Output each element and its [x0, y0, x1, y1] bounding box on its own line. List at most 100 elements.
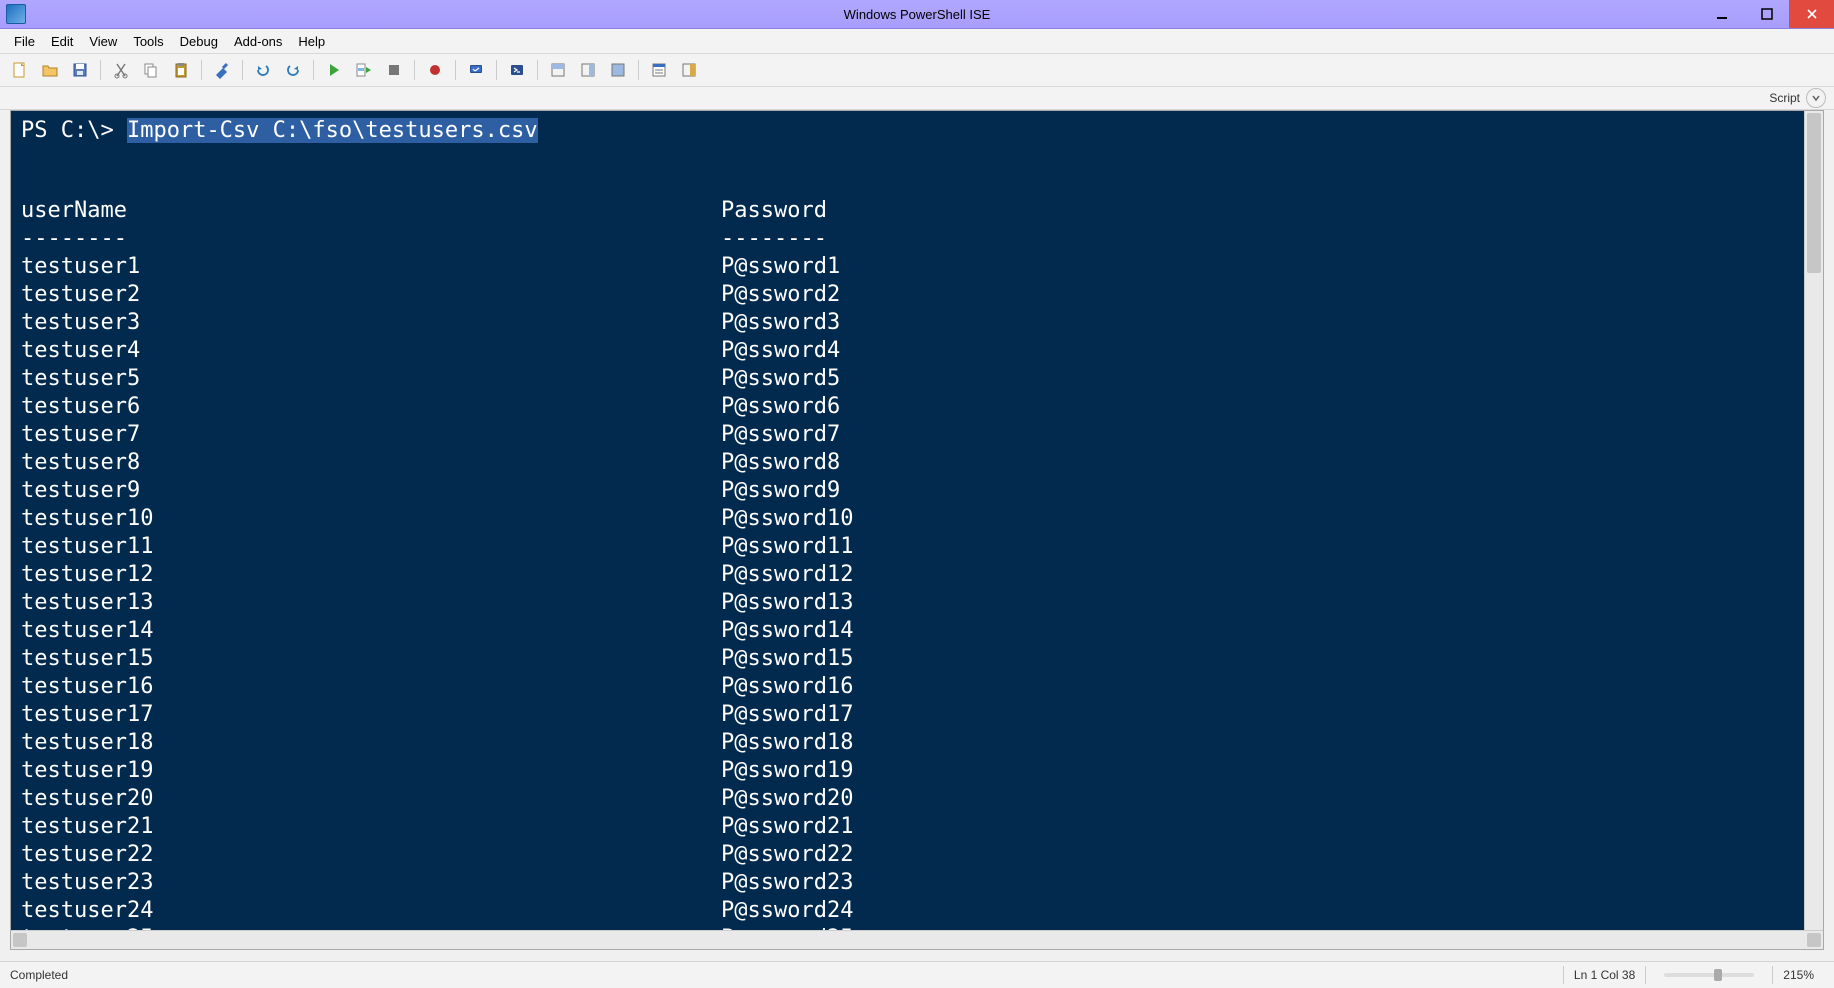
cell-password: P@ssword19 [721, 757, 853, 785]
cell-username: testuser4 [21, 337, 721, 365]
clear-icon[interactable] [208, 56, 236, 84]
stop-icon[interactable] [380, 56, 408, 84]
console-pane-container: PS C:\> Import-Csv C:\fso\testusers.csv … [10, 110, 1824, 950]
show-addon-icon[interactable] [675, 56, 703, 84]
output-row: testuser18P@ssword18 [21, 729, 1795, 757]
show-script-right-icon[interactable] [574, 56, 602, 84]
menu-view[interactable]: View [81, 32, 125, 51]
cell-username: testuser17 [21, 701, 721, 729]
zoom-slider-knob[interactable] [1714, 969, 1722, 981]
zoom-level: 215% [1772, 966, 1824, 984]
start-powershell-icon[interactable] [503, 56, 531, 84]
cell-username: testuser1 [21, 253, 721, 281]
scroll-left-button[interactable] [13, 933, 27, 947]
prompt-line: PS C:\> Import-Csv C:\fso\testusers.csv [21, 117, 1795, 145]
script-pane-label: Script [1769, 91, 1800, 105]
cell-password: P@ssword18 [721, 729, 853, 757]
header-username: userName [21, 197, 721, 225]
paste-icon[interactable] [167, 56, 195, 84]
scroll-right-button[interactable] [1807, 933, 1821, 947]
cell-username: testuser12 [21, 561, 721, 589]
output-row: testuser14P@ssword14 [21, 617, 1795, 645]
cell-username: testuser18 [21, 729, 721, 757]
cell-username: testuser14 [21, 617, 721, 645]
maximize-button[interactable] [1744, 0, 1789, 28]
output-row: testuser1P@ssword1 [21, 253, 1795, 281]
window-controls [1699, 0, 1834, 28]
toolbar-separator [100, 60, 101, 80]
cell-username: testuser15 [21, 645, 721, 673]
cut-icon[interactable] [107, 56, 135, 84]
cursor-position: Ln 1 Col 38 [1563, 966, 1645, 984]
toolbar-separator [201, 60, 202, 80]
cell-username: testuser20 [21, 785, 721, 813]
show-script-max-icon[interactable] [604, 56, 632, 84]
cell-password: P@ssword22 [721, 841, 853, 869]
show-command-icon[interactable] [645, 56, 673, 84]
menu-file[interactable]: File [6, 32, 43, 51]
cell-username: testuser10 [21, 505, 721, 533]
cell-username: testuser8 [21, 449, 721, 477]
cell-password: P@ssword20 [721, 785, 853, 813]
menu-addons[interactable]: Add-ons [226, 32, 290, 51]
cell-password: P@ssword12 [721, 561, 853, 589]
cell-username: testuser9 [21, 477, 721, 505]
scrollbar-thumb[interactable] [1807, 113, 1821, 273]
menu-bar: FileEditViewToolsDebugAdd-onsHelp [0, 29, 1834, 54]
save-icon[interactable] [66, 56, 94, 84]
menu-debug[interactable]: Debug [172, 32, 226, 51]
undo-icon[interactable] [249, 56, 277, 84]
toolbar [0, 54, 1834, 87]
cell-username: testuser2 [21, 281, 721, 309]
cell-username: testuser24 [21, 897, 721, 925]
vertical-scrollbar[interactable] [1804, 111, 1823, 931]
copy-icon[interactable] [137, 56, 165, 84]
open-icon[interactable] [36, 56, 64, 84]
cell-username: testuser13 [21, 589, 721, 617]
horizontal-scrollbar[interactable] [11, 930, 1823, 949]
cell-password: P@ssword16 [721, 673, 853, 701]
output-row: testuser3P@ssword3 [21, 309, 1795, 337]
cell-username: testuser7 [21, 421, 721, 449]
output-row: testuser11P@ssword11 [21, 533, 1795, 561]
cell-username: testuser16 [21, 673, 721, 701]
cell-password: P@ssword14 [721, 617, 853, 645]
new-remote-tab-icon[interactable] [462, 56, 490, 84]
output-row: testuser22P@ssword22 [21, 841, 1795, 869]
cell-password: P@ssword10 [721, 505, 853, 533]
cell-password: P@ssword9 [721, 477, 840, 505]
cell-username: testuser22 [21, 841, 721, 869]
menu-tools[interactable]: Tools [125, 32, 171, 51]
close-button[interactable] [1789, 0, 1834, 28]
new-file-icon[interactable] [6, 56, 34, 84]
cell-username: testuser19 [21, 757, 721, 785]
cell-password: P@ssword7 [721, 421, 840, 449]
zoom-slider[interactable] [1664, 973, 1754, 977]
menu-help[interactable]: Help [290, 32, 333, 51]
cell-password: P@ssword23 [721, 869, 853, 897]
breakpoint-icon[interactable] [421, 56, 449, 84]
show-script-top-icon[interactable] [544, 56, 572, 84]
output-row: testuser10P@ssword10 [21, 505, 1795, 533]
output-row: testuser2P@ssword2 [21, 281, 1795, 309]
cell-password: P@ssword13 [721, 589, 853, 617]
console-pane[interactable]: PS C:\> Import-Csv C:\fso\testusers.csv … [11, 111, 1805, 931]
cell-password: P@ssword6 [721, 393, 840, 421]
title-bar: Windows PowerShell ISE [0, 0, 1834, 29]
minimize-button[interactable] [1699, 0, 1744, 28]
toolbar-separator [455, 60, 456, 80]
cell-password: P@ssword8 [721, 449, 840, 477]
cell-username: testuser11 [21, 533, 721, 561]
menu-edit[interactable]: Edit [43, 32, 81, 51]
output-row: testuser21P@ssword21 [21, 813, 1795, 841]
redo-icon[interactable] [279, 56, 307, 84]
tab-bar: Script [0, 87, 1834, 110]
toolbar-separator [313, 60, 314, 80]
run-icon[interactable] [320, 56, 348, 84]
toolbar-separator [242, 60, 243, 80]
expand-script-pane-button[interactable] [1806, 88, 1826, 108]
run-selection-icon[interactable] [350, 56, 378, 84]
cell-password: P@ssword3 [721, 309, 840, 337]
blank-line [21, 145, 1795, 173]
output-row: testuser17P@ssword17 [21, 701, 1795, 729]
